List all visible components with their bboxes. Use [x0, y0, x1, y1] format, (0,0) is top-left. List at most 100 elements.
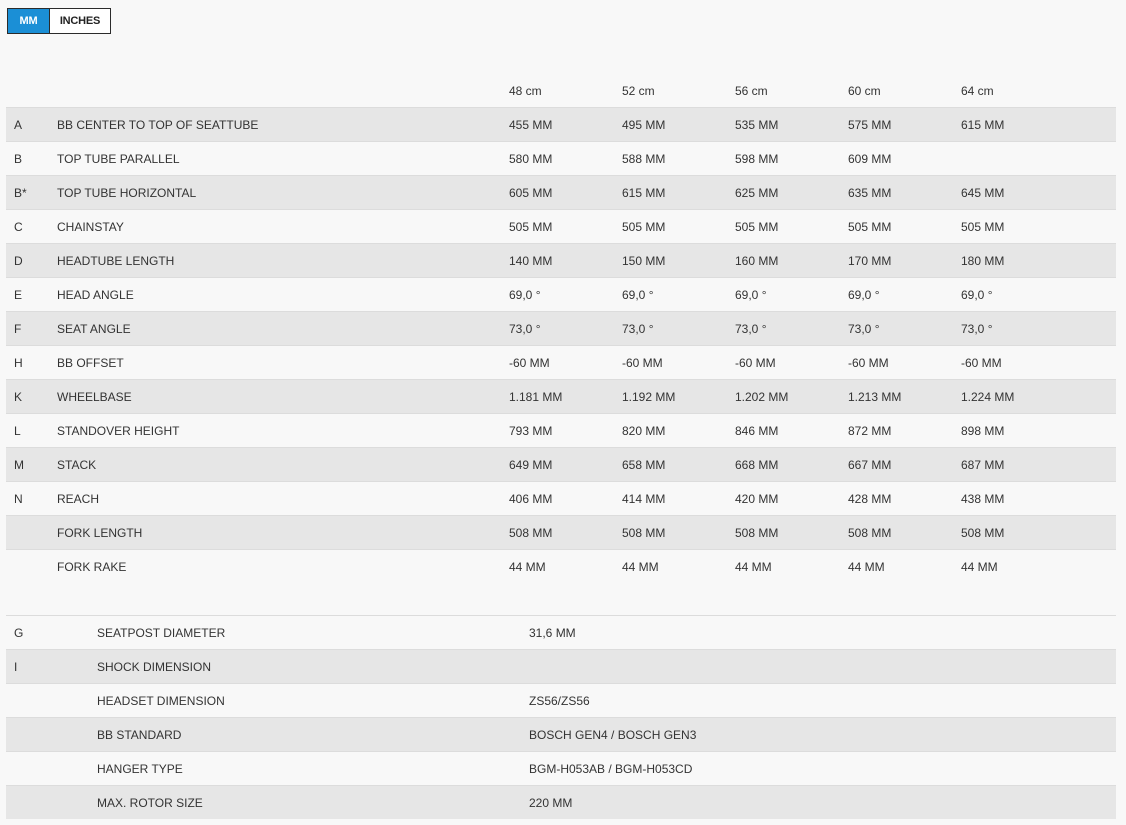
geometry-cell: -60 MM: [509, 356, 550, 370]
geometry-cell: 505 MM: [735, 220, 779, 234]
geometry-row: B* TOP TUBE HORIZONTAL 605 MM 615 MM 625 MM 6…: [6, 175, 1116, 209]
geometry-row-name: BB CENTER TO TOP OF SEATTUBE: [57, 118, 259, 132]
geometry-row-letter: H: [14, 356, 23, 370]
geometry-cell: 508 MM: [509, 526, 553, 540]
geometry-cell: 140 MM: [509, 254, 553, 268]
geometry-cell: 455 MM: [509, 118, 553, 132]
size-header-56: 56 cm: [735, 84, 768, 98]
geometry-cell: 414 MM: [622, 492, 666, 506]
geometry-row-letter: N: [14, 492, 23, 506]
geometry-row-name: FORK LENGTH: [57, 526, 143, 540]
geometry-cell: -60 MM: [622, 356, 663, 370]
geometry-cell: 438 MM: [961, 492, 1005, 506]
geometry-cell: 73,0 °: [848, 322, 880, 336]
geometry-row-letter: F: [14, 322, 22, 336]
spec-row: G SEATPOST DIAMETER 31,6 MM: [6, 615, 1116, 649]
inches-unit-button[interactable]: INCHES: [49, 9, 110, 33]
spec-row-value: 31,6 MM: [529, 626, 576, 640]
spec-row: BB STANDARD BOSCH GEN4 / BOSCH GEN3: [6, 717, 1116, 751]
geometry-table: A BB CENTER TO TOP OF SEATTUBE 455 MM 495 M…: [6, 107, 1116, 583]
geometry-row: B TOP TUBE PARALLEL 580 MM 588 MM 598 MM 609 …: [6, 141, 1116, 175]
geometry-cell: 73,0 °: [509, 322, 541, 336]
geometry-cell: 180 MM: [961, 254, 1005, 268]
geometry-cell: 505 MM: [961, 220, 1005, 234]
geometry-cell: 505 MM: [622, 220, 666, 234]
geometry-cell: 625 MM: [735, 186, 779, 200]
geometry-cell: 505 MM: [848, 220, 892, 234]
geometry-cell: 406 MM: [509, 492, 553, 506]
geometry-cell: 687 MM: [961, 458, 1005, 472]
spec-row-value: BGM-H053AB / BGM-H053CD: [529, 762, 693, 776]
spec-row-value: 220 MM: [529, 796, 573, 810]
geometry-cell: 69,0 °: [622, 288, 654, 302]
geometry-row-name: WHEELBASE: [57, 390, 132, 404]
geometry-cell: 69,0 °: [848, 288, 880, 302]
spec-row: HANGER TYPE BGM-H053AB / BGM-H053CD: [6, 751, 1116, 785]
geometry-row-letter: B: [14, 152, 23, 166]
spec-row-value: BOSCH GEN4 / BOSCH GEN3: [529, 728, 697, 742]
geometry-cell: 615 MM: [961, 118, 1005, 132]
geometry-row-letter: E: [14, 288, 23, 302]
geometry-cell: 649 MM: [509, 458, 553, 472]
mm-unit-button[interactable]: MM: [8, 9, 49, 33]
geometry-cell: 658 MM: [622, 458, 666, 472]
geometry-cell: 898 MM: [961, 424, 1005, 438]
spec-row-name: SHOCK DIMENSION: [97, 660, 212, 674]
spec-row-letter: I: [14, 660, 18, 674]
geometry-cell: -60 MM: [848, 356, 889, 370]
geometry-cell: 44 MM: [848, 560, 885, 574]
geometry-cell: 73,0 °: [735, 322, 767, 336]
geometry-row-letter: L: [14, 424, 21, 438]
geometry-row-letter: C: [14, 220, 23, 234]
spec-row-name: HEADSET DIMENSION: [97, 694, 225, 708]
geometry-row: N REACH 406 MM 414 MM 420 MM 428 MM 438 MM: [6, 481, 1116, 515]
spec-row: MAX. ROTOR SIZE 220 MM: [6, 785, 1116, 819]
geometry-cell: 793 MM: [509, 424, 553, 438]
geometry-cell: 635 MM: [848, 186, 892, 200]
geometry-cell: 160 MM: [735, 254, 779, 268]
size-header-52: 52 cm: [622, 84, 655, 98]
geometry-cell: 44 MM: [735, 560, 772, 574]
geometry-cell: 495 MM: [622, 118, 666, 132]
geometry-cell: 428 MM: [848, 492, 892, 506]
geometry-cell: 73,0 °: [961, 322, 993, 336]
geometry-cell: 150 MM: [622, 254, 666, 268]
geometry-cell: 645 MM: [961, 186, 1005, 200]
geometry-cell: 170 MM: [848, 254, 892, 268]
geometry-cell: 44 MM: [509, 560, 546, 574]
geometry-cell: 615 MM: [622, 186, 666, 200]
specs-table: G SEATPOST DIAMETER 31,6 MM I SHOCK DIMENSIO…: [6, 615, 1116, 819]
geometry-cell: 69,0 °: [961, 288, 993, 302]
geometry-cell: 44 MM: [961, 560, 998, 574]
geometry-cell: 609 MM: [848, 152, 892, 166]
geometry-row-name: BB OFFSET: [57, 356, 124, 370]
geometry-row: FORK LENGTH 508 MM 508 MM 508 MM 508 MM 508 M…: [6, 515, 1116, 549]
spec-row-name: BB STANDARD: [97, 728, 182, 742]
spec-row-name: SEATPOST DIAMETER: [97, 626, 226, 640]
geometry-cell: 69,0 °: [735, 288, 767, 302]
geometry-cell: 1.202 MM: [735, 390, 789, 404]
geometry-cell: 820 MM: [622, 424, 666, 438]
spec-row: I SHOCK DIMENSION: [6, 649, 1116, 683]
geometry-row: L STANDOVER HEIGHT 793 MM 820 MM 846 MM 872 M…: [6, 413, 1116, 447]
size-header-48: 48 cm: [509, 84, 542, 98]
geometry-cell: 69,0 °: [509, 288, 541, 302]
geometry-row: A BB CENTER TO TOP OF SEATTUBE 455 MM 495 M…: [6, 107, 1116, 141]
geometry-cell: 44 MM: [622, 560, 659, 574]
spec-row-name: MAX. ROTOR SIZE: [97, 796, 203, 810]
geometry-cell: 872 MM: [848, 424, 892, 438]
geometry-row-letter: A: [14, 118, 23, 132]
geometry-row: M STACK 649 MM 658 MM 668 MM 667 MM 687 MM: [6, 447, 1116, 481]
geometry-cell: 508 MM: [848, 526, 892, 540]
geometry-row-letter: K: [14, 390, 23, 404]
geometry-cell: 73,0 °: [622, 322, 654, 336]
geometry-row-name: HEADTUBE LENGTH: [57, 254, 175, 268]
geometry-cell: 535 MM: [735, 118, 779, 132]
geometry-row: D HEADTUBE LENGTH 140 MM 150 MM 160 MM 170 MM…: [6, 243, 1116, 277]
geometry-cell: 588 MM: [622, 152, 666, 166]
unit-toggle: MM INCHES: [7, 8, 111, 34]
geometry-row-letter: B*: [14, 186, 27, 200]
geometry-row-letter: M: [14, 458, 24, 472]
geometry-cell: 1.181 MM: [509, 390, 563, 404]
geometry-cell: -60 MM: [961, 356, 1002, 370]
